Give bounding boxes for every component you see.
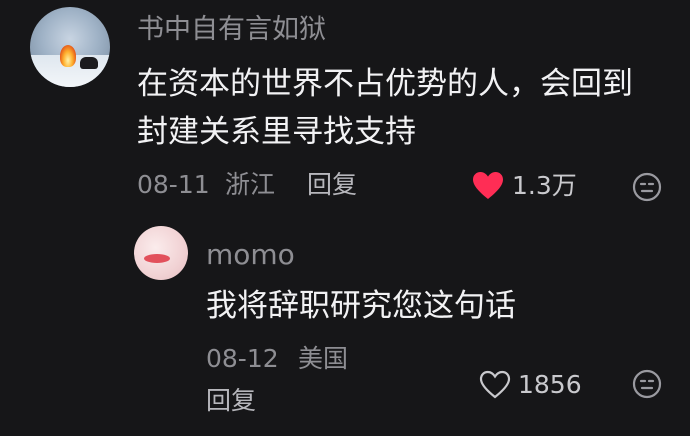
comment-reply-button[interactable]: 回复 <box>307 172 357 197</box>
avatar-fire <box>60 45 76 67</box>
dislike-face-icon[interactable] <box>632 172 662 202</box>
reply-reply-button[interactable]: 回复 <box>206 388 256 413</box>
comment-location: 浙江 <box>225 170 276 199</box>
avatar-figure <box>80 57 98 69</box>
comment-text-line-2: 封建关系里寻找支持 <box>137 114 416 150</box>
reply-avatar[interactable] <box>134 226 188 280</box>
reply-text: 我将辞职研究您这句话 <box>206 288 516 324</box>
comment-avatar[interactable] <box>30 7 110 87</box>
comment-like-count: 1.3万 <box>512 171 577 200</box>
heart-outline-icon[interactable] <box>479 370 511 400</box>
comment-username[interactable]: 书中自有言如狱 <box>137 16 326 43</box>
comment-date: 08-11 <box>137 170 210 199</box>
dislike-face-icon[interactable] <box>632 369 662 399</box>
reply-username[interactable]: momo <box>206 241 295 269</box>
comment-text-line-1: 在资本的世界不占优势的人，会回到 <box>137 66 633 102</box>
reply-date: 08-12 <box>206 344 279 373</box>
reply-like-count: 1856 <box>518 370 582 399</box>
heart-icon[interactable] <box>472 171 504 201</box>
reply-location: 美国 <box>298 344 349 373</box>
avatar-lips <box>144 254 170 263</box>
